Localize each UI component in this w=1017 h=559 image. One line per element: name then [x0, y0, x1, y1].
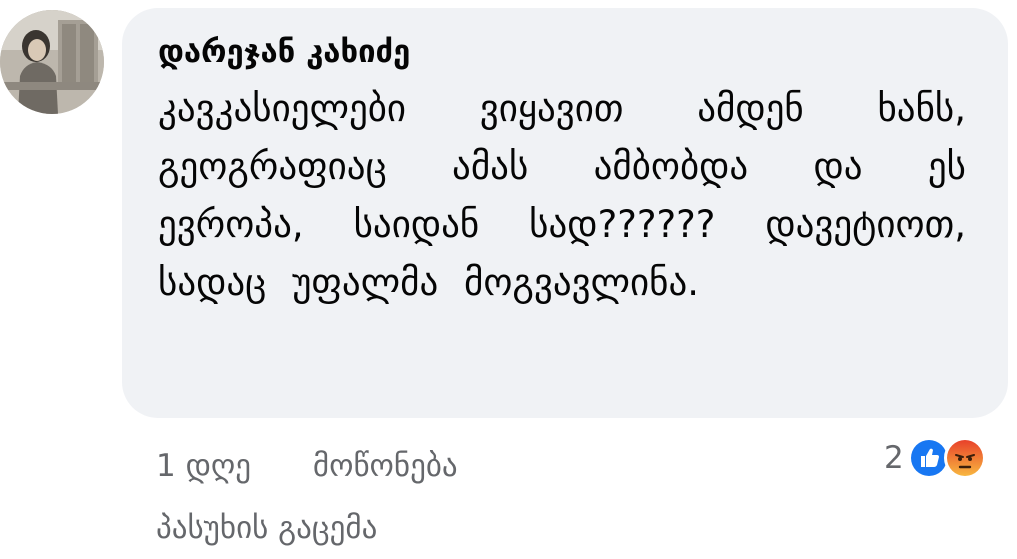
comment-text: კავკასიელები ვიყავით ამდენ ხანს, გეოგრაფ…: [158, 87, 966, 304]
reaction-count: 2: [884, 440, 904, 476]
angry-icon: [943, 437, 986, 479]
comment-author-name[interactable]: დარეჯან კახიძე: [158, 30, 972, 74]
comment-actions-row: 1 დღე მოწონება: [156, 440, 458, 492]
comment-timestamp[interactable]: 1 დღე: [156, 440, 251, 492]
reply-button[interactable]: პასუხის გაცემა: [156, 502, 458, 554]
avatar[interactable]: [0, 10, 104, 114]
profile-photo-icon: [0, 10, 104, 114]
reaction-summary[interactable]: 2: [884, 436, 986, 480]
comment-actions: 1 დღე მოწონება პასუხის გაცემა: [156, 440, 458, 554]
comment-bubble: დარეჯან კახიძე კავკასიელები ვიყავით ამდე…: [122, 8, 1008, 418]
like-button[interactable]: მოწონება: [313, 440, 458, 492]
